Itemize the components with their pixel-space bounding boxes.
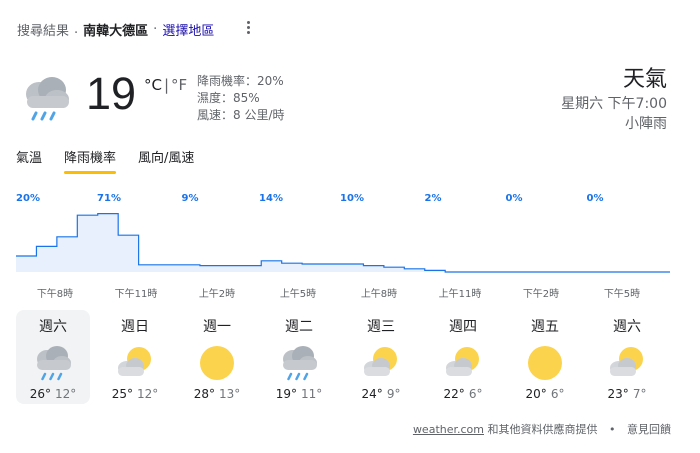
- summary-panel: 天氣 星期六 下午7:00 小陣雨: [561, 66, 667, 134]
- footer-bullet: •: [609, 423, 616, 436]
- high-temp: 22°: [443, 387, 465, 401]
- day-name: 週日: [121, 319, 149, 335]
- forecast-day[interactable]: 週六 23° 7°: [590, 310, 664, 404]
- location-name: 南韓大德區: [83, 24, 149, 39]
- forecast-day[interactable]: 週二 19° 11°: [262, 310, 336, 404]
- precipitation-label: 14%: [259, 193, 283, 204]
- sunny-icon: [195, 341, 239, 385]
- partly-cloudy-icon: [605, 341, 649, 385]
- precipitation-label: 2%: [424, 193, 442, 204]
- high-temp: 26°: [29, 387, 51, 401]
- x-tick-label: 上午5時: [279, 289, 317, 300]
- high-temp: 23°: [607, 387, 629, 401]
- precipitation-label: 0%: [505, 193, 523, 204]
- high-temp: 25°: [111, 387, 133, 401]
- high-temp: 28°: [193, 387, 215, 401]
- day-name: 週六: [39, 319, 67, 335]
- day-name: 週一: [203, 319, 231, 335]
- tab-temperature[interactable]: 氣溫: [16, 147, 42, 172]
- precipitation-label: 71%: [97, 193, 121, 204]
- day-name: 週五: [531, 319, 559, 335]
- low-temp: 11°: [301, 387, 323, 401]
- high-temp: 24°: [361, 387, 383, 401]
- unit-toggle: °C | °F: [144, 76, 187, 94]
- condition-text: 小陣雨: [625, 116, 667, 132]
- date-time: 星期六 下午7:00: [561, 96, 667, 112]
- separator-dot: .: [74, 22, 79, 37]
- precipitation-label: 20%: [16, 193, 40, 204]
- day-name: 週四: [449, 319, 477, 335]
- precipitation-label: 10%: [340, 193, 364, 204]
- forecast-day[interactable]: 週四 22° 6°: [426, 310, 500, 404]
- day-name: 週六: [613, 319, 641, 335]
- precipitation-text: 降雨機率：20%: [197, 74, 284, 88]
- low-temp: 13°: [219, 387, 241, 401]
- low-temp: 7°: [632, 387, 647, 401]
- x-tick-label: 下午8時: [36, 289, 74, 300]
- x-tick-label: 下午5時: [603, 289, 641, 300]
- x-tick-label: 上午11時: [438, 289, 482, 300]
- rain-cloud-icon: [26, 77, 69, 121]
- partly-cloudy-icon: [359, 341, 403, 385]
- weather-details: 降雨機率：20% 濕度：85% 風速：8 公里/時: [197, 73, 285, 124]
- partly-cloudy-icon: [113, 341, 157, 385]
- low-temp: 9°: [386, 387, 401, 401]
- high-temp: 19°: [275, 387, 297, 401]
- precipitation-label: 0%: [586, 193, 604, 204]
- sunny-icon: [523, 341, 567, 385]
- high-temp: 20°: [525, 387, 547, 401]
- rain-cloud-icon: [31, 341, 75, 385]
- x-tick-label: 上午8時: [360, 289, 398, 300]
- forecast-day[interactable]: 週一 28° 13°: [180, 310, 254, 404]
- weather-title: 天氣: [622, 67, 667, 92]
- partly-cloudy-icon: [441, 341, 485, 385]
- attribution-footer: weather.com 和其他資料供應商提供 • 意見回饋: [413, 421, 671, 437]
- wind-text: 風速：8 公里/時: [197, 108, 285, 122]
- weather-source-link[interactable]: weather.com: [413, 423, 484, 436]
- fahrenheit-toggle[interactable]: °F: [171, 76, 187, 94]
- tab-precipitation[interactable]: 降雨機率: [64, 147, 117, 174]
- select-region-link[interactable]: 選擇地區: [162, 20, 214, 39]
- feedback-link[interactable]: 意見回饋: [627, 423, 671, 436]
- forecast-day[interactable]: 週五 20° 6°: [508, 310, 582, 404]
- humidity-text: 濕度：85%: [197, 91, 260, 105]
- day-name: 週三: [367, 319, 395, 335]
- forecast-day[interactable]: 週日 25° 12°: [98, 310, 172, 404]
- more-options-icon[interactable]: [242, 16, 254, 38]
- x-tick-label: 上午2時: [198, 289, 236, 300]
- chart-tabs: 氣溫 降雨機率 風向/風速: [16, 147, 216, 174]
- search-results-label: 搜尋結果: [17, 24, 70, 39]
- precipitation-area: [16, 213, 670, 272]
- unit-separator: |: [163, 76, 170, 94]
- low-temp: 6°: [468, 387, 483, 401]
- breadcrumb: 搜尋結果 . 南韓大德區 · 選擇地區: [17, 20, 214, 39]
- rain-cloud-icon: [277, 341, 321, 385]
- source-suffix: 和其他資料供應商提供: [484, 423, 598, 436]
- tab-wind[interactable]: 風向/風速: [138, 147, 194, 172]
- x-tick-label: 下午2時: [522, 289, 560, 300]
- low-temp: 6°: [550, 387, 565, 401]
- precipitation-label: 9%: [181, 193, 199, 204]
- day-name: 週二: [285, 319, 313, 335]
- low-temp: 12°: [137, 387, 159, 401]
- forecast-day[interactable]: 週三 24° 9°: [344, 310, 418, 404]
- forecast-day[interactable]: 週六 26° 12°: [16, 310, 90, 404]
- separator-middot: ·: [153, 22, 158, 37]
- x-tick-label: 下午11時: [114, 289, 158, 300]
- current-temperature: 19: [86, 68, 137, 119]
- low-temp: 12°: [55, 387, 77, 401]
- celsius-toggle[interactable]: °C: [144, 76, 162, 94]
